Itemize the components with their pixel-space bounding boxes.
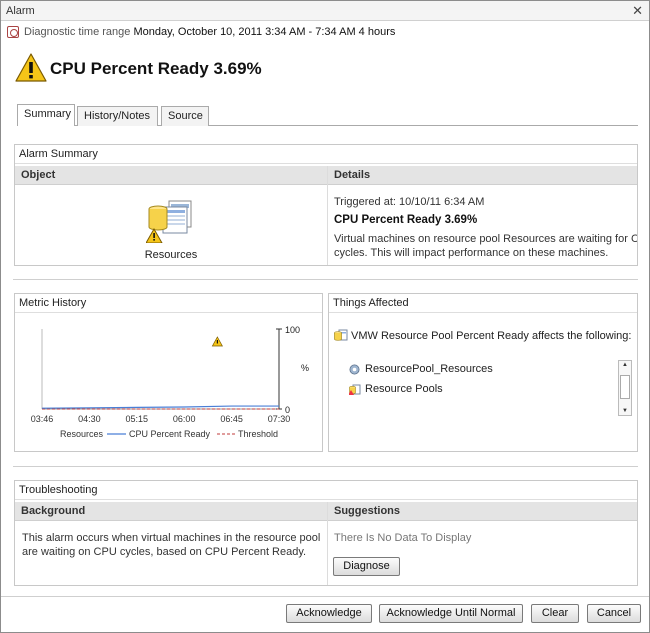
x-tick-label: 07:30 bbox=[268, 414, 291, 424]
object-header: Object bbox=[15, 166, 327, 185]
details-title: CPU Percent Ready 3.69% bbox=[334, 214, 478, 226]
x-tick-label: 04:30 bbox=[78, 414, 101, 424]
time-range-label: Diagnostic time range bbox=[24, 26, 131, 38]
cancel-button[interactable]: Cancel bbox=[587, 604, 641, 623]
tab-history-notes[interactable]: History/Notes bbox=[77, 106, 158, 126]
x-tick-label: 03:46 bbox=[31, 414, 54, 424]
details-line-1: Virtual machines on resource pool Resour… bbox=[334, 233, 637, 245]
y-tick-label: 100 bbox=[285, 325, 300, 335]
acknowledge-until-normal-button[interactable]: Acknowledge Until Normal bbox=[379, 604, 523, 623]
troubleshooting-panel: Troubleshooting Background Suggestions T… bbox=[14, 480, 638, 586]
scrollbar[interactable]: ▲ ▼ bbox=[618, 360, 632, 416]
metric-history-panel: Metric History 100 0% 03:46 04:30 05:15 06:00… bbox=[14, 293, 323, 452]
scroll-down-icon[interactable]: ▼ bbox=[622, 408, 628, 414]
metric-history-title: Metric History bbox=[15, 294, 322, 313]
gear-icon bbox=[349, 364, 360, 375]
cpu-percent-ready-line bbox=[41, 405, 279, 409]
scroll-up-icon[interactable]: ▲ bbox=[622, 362, 628, 368]
tab-strip: Summary History/Notes Source bbox=[17, 104, 638, 126]
clear-button[interactable]: Clear bbox=[531, 604, 579, 623]
time-range-value: Monday, October 10, 2011 3:34 AM - 7:34 … bbox=[133, 26, 396, 38]
suggestions-header: Suggestions bbox=[328, 502, 637, 521]
y-axis-label: % bbox=[301, 363, 309, 373]
affected-item-label: ResourcePool_Resources bbox=[365, 363, 493, 375]
metric-history-chart: 1000%03:46 04:30 05:15 06:00 06:45 07:30Resou… bbox=[31, 325, 309, 439]
things-affected-title: Things Affected bbox=[329, 294, 637, 313]
diagnose-button[interactable]: Diagnose bbox=[333, 557, 400, 576]
background-header: Background bbox=[15, 502, 327, 521]
troubleshooting-title: Troubleshooting bbox=[15, 481, 637, 500]
details-header: Details bbox=[328, 166, 637, 185]
resource-pool-icon bbox=[349, 384, 361, 395]
legend-resources: Resources bbox=[60, 429, 104, 439]
x-tick-label: 06:45 bbox=[220, 414, 243, 424]
resource-pool-icon bbox=[334, 329, 348, 341]
tab-summary[interactable]: Summary bbox=[17, 104, 75, 126]
things-affected-heading: VMW Resource Pool Percent Ready affects … bbox=[351, 330, 632, 342]
alarm-summary-title: Alarm Summary bbox=[15, 145, 637, 164]
triggered-at: Triggered at: 10/10/11 6:34 AM bbox=[334, 196, 485, 208]
close-icon[interactable]: ✕ bbox=[632, 3, 643, 19]
alarm-summary-panel: Alarm Summary Object Details Triggered a… bbox=[14, 144, 638, 266]
no-data-message: There Is No Data To Display bbox=[334, 532, 472, 544]
scrollbar-thumb[interactable] bbox=[620, 375, 630, 399]
tab-source[interactable]: Source bbox=[161, 106, 209, 126]
clock-icon bbox=[7, 26, 19, 38]
x-tick-label: 05:15 bbox=[126, 414, 149, 424]
affected-item-label: Resource Pools bbox=[365, 383, 443, 395]
title-bar: Alarm ✕ bbox=[1, 1, 649, 21]
things-affected-panel: Things Affected VMW Resource Pool Percen… bbox=[328, 293, 638, 452]
acknowledge-button[interactable]: Acknowledge bbox=[286, 604, 372, 623]
resource-pool-icon[interactable] bbox=[146, 199, 196, 243]
background-line-1: This alarm occurs when virtual machines … bbox=[22, 532, 321, 544]
legend-threshold: Threshold bbox=[238, 429, 278, 439]
alarm-window: Alarm ✕ Diagnostic time range Monday, Oc… bbox=[0, 0, 650, 633]
x-tick-label: 06:00 bbox=[173, 414, 196, 424]
object-label: Resources bbox=[144, 249, 198, 261]
warning-icon bbox=[15, 53, 47, 82]
warning-icon-mark bbox=[216, 340, 218, 344]
alarm-title: CPU Percent Ready 3.69% bbox=[50, 59, 262, 78]
legend-cpu: CPU Percent Ready bbox=[129, 429, 211, 439]
background-line-2: are waiting on CPU cycles, based on CPU … bbox=[22, 546, 307, 558]
details-line-2: cycles. This will impact performance on … bbox=[334, 247, 609, 259]
window-title: Alarm bbox=[6, 5, 35, 17]
